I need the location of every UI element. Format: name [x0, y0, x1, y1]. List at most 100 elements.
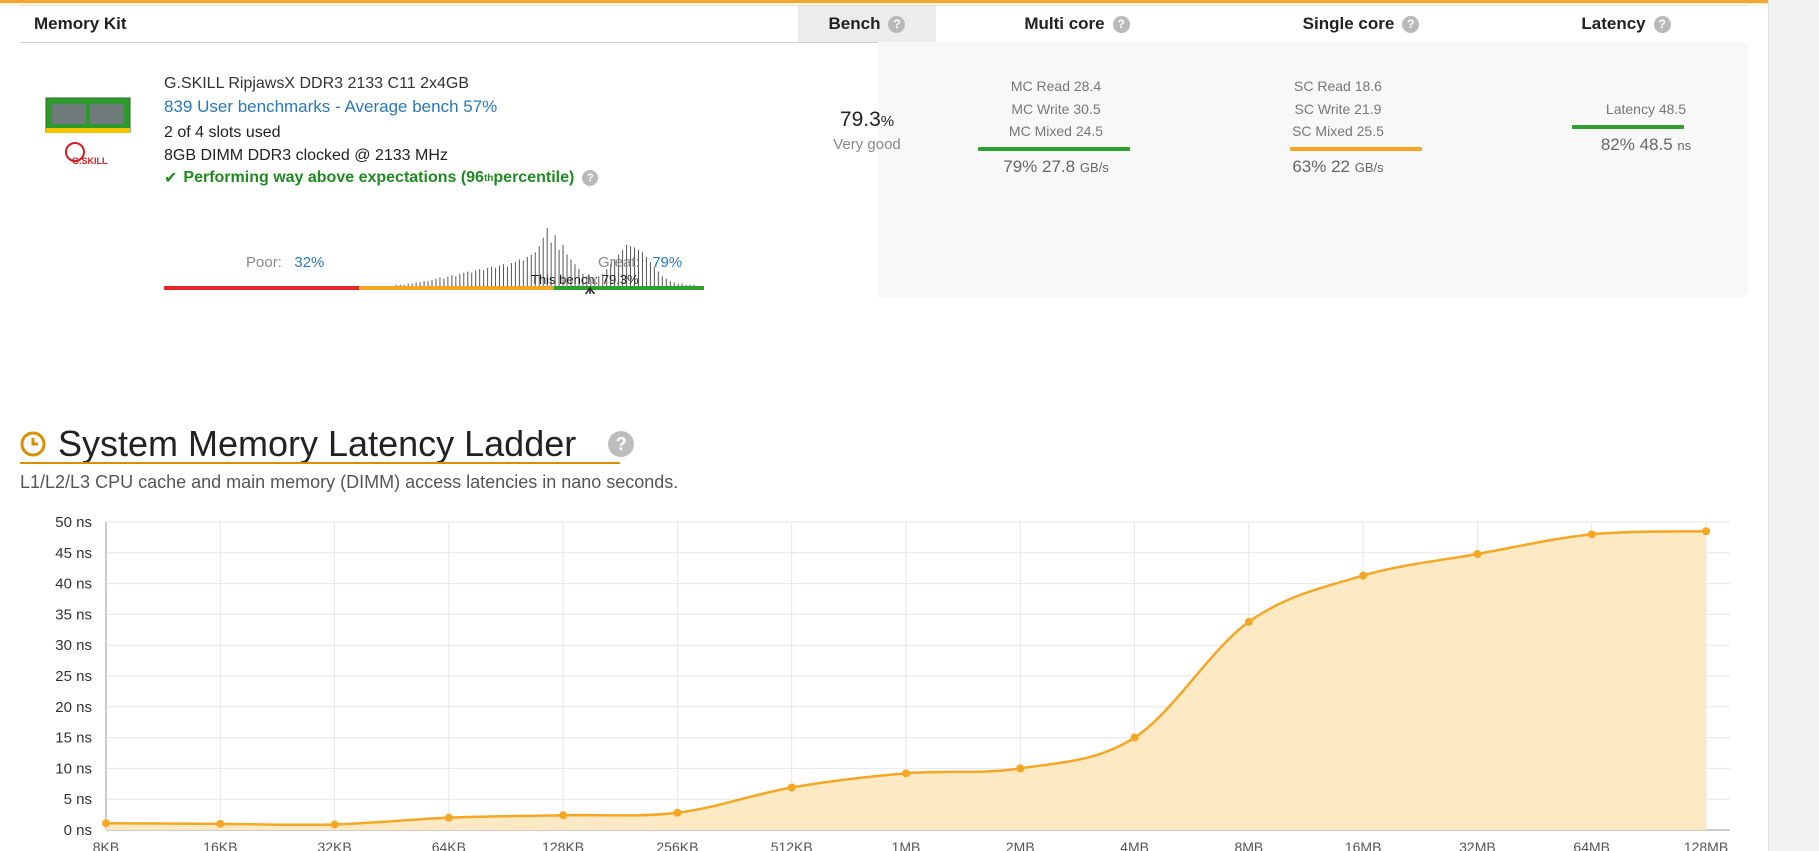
- latency-result-value: 82% 48.5: [1600, 135, 1673, 154]
- data-point: [1473, 550, 1482, 559]
- ram-contacts: [46, 128, 130, 133]
- mc-result: 79% 27.8 GB/s: [956, 157, 1156, 177]
- header-multi-core[interactable]: Multi core?: [936, 6, 1218, 42]
- data-point: [1702, 527, 1710, 536]
- bench-score-value: 79.3: [839, 108, 881, 131]
- mc-mixed: MC Mixed 24.5: [1008, 123, 1104, 139]
- y-tick-label: 30 ns: [55, 637, 92, 654]
- help-icon[interactable]: ?: [608, 431, 635, 457]
- help-icon[interactable]: ?: [582, 170, 599, 186]
- mc-score-bar: [978, 147, 1130, 151]
- data-point: [1359, 571, 1368, 580]
- latency-score-bar: [1572, 125, 1684, 129]
- mc-result-value: 79% 27.8: [1003, 157, 1076, 176]
- header-memory-kit[interactable]: Memory Kit: [34, 6, 127, 42]
- x-tick-label: 256KB: [656, 839, 698, 851]
- clock-icon: [20, 431, 46, 457]
- header-latency-label: Latency: [1581, 14, 1646, 33]
- data-point: [102, 819, 110, 828]
- sc-result-unit: GB/s: [1354, 160, 1384, 175]
- memory-kit-name: G.SKILL RipjawsX DDR3 2133 C11 2x4GB: [164, 75, 470, 92]
- header-memory-kit-label: Memory Kit: [34, 14, 127, 33]
- x-tick-label: 2MB: [1006, 839, 1035, 851]
- x-tick-label: 8KB: [93, 839, 119, 851]
- bench-rating: Very good: [833, 136, 901, 153]
- sc-read: SC Read 18.6: [1294, 78, 1382, 94]
- help-icon[interactable]: ?: [1653, 15, 1671, 33]
- latency-chart-svg: 0 ns 5 ns 10 ns 15 ns 20 ns 25 ns 30 ns 35 ns 40…: [55, 514, 1730, 851]
- section-title: System Memory Latency Ladder: [58, 423, 577, 464]
- x-tick-label: 32KB: [317, 839, 351, 851]
- sc-result-value: 63% 22: [1292, 157, 1351, 176]
- great-label: Great: 79%: [598, 254, 682, 271]
- y-tick-label: 15 ns: [55, 730, 92, 747]
- help-icon[interactable]: ?: [1402, 15, 1420, 33]
- user-benchmarks-link[interactable]: 839 User benchmarks - Average bench 57%: [164, 97, 497, 117]
- x-tick-label: 8MB: [1234, 839, 1263, 851]
- poor-value: 32%: [294, 254, 325, 271]
- poor-range-bar: [164, 286, 359, 290]
- y-tick-label: 0 ns: [64, 822, 92, 839]
- y-tick-label: 40 ns: [55, 576, 92, 593]
- header-multi-core-label: Multi core: [1024, 14, 1105, 33]
- data-point: [673, 808, 682, 817]
- x-tick-label: 4MB: [1120, 839, 1149, 851]
- slots-used: 2 of 4 slots used: [164, 124, 281, 141]
- data-point: [787, 783, 796, 792]
- latency-result: 82% 48.5 ns: [1546, 135, 1746, 155]
- header-bench[interactable]: Bench?: [798, 6, 936, 42]
- this-bench-label: This bench: 79.3%: [531, 272, 639, 287]
- data-point: [216, 819, 225, 828]
- data-point: [902, 769, 910, 778]
- poor-label-text: Poor:: [246, 254, 282, 271]
- x-tick-label: 16MB: [1345, 839, 1382, 851]
- y-tick-label: 25 ns: [55, 668, 92, 685]
- data-point: [1016, 764, 1025, 773]
- data-point: [330, 820, 339, 829]
- great-label-text: Great:: [598, 254, 640, 271]
- poor-label: Poor: 32%: [246, 254, 324, 271]
- y-tick-label: 50 ns: [55, 514, 92, 531]
- mc-result-unit: GB/s: [1079, 160, 1109, 175]
- section-underline: [20, 462, 620, 464]
- performance-prefix: Performing way above expectations (96: [183, 169, 484, 186]
- header-single-core[interactable]: Single core?: [1218, 6, 1504, 42]
- data-point: [1587, 530, 1596, 539]
- percentile-suffix: th: [483, 172, 494, 184]
- check-icon: ✔: [164, 170, 178, 187]
- data-point: [559, 811, 568, 820]
- y-tick-label: 35 ns: [55, 606, 92, 623]
- sc-result: 63% 22 GB/s: [1238, 157, 1438, 177]
- y-tick-label: 10 ns: [55, 760, 92, 777]
- ram-chip: [90, 104, 124, 124]
- x-tick-label: 128MB: [1684, 839, 1728, 851]
- header-latency[interactable]: Latency?: [1504, 6, 1748, 42]
- x-tick-label: 1MB: [892, 839, 921, 851]
- dimm-description: 8GB DIMM DDR3 clocked @ 2133 MHz: [164, 147, 448, 164]
- bench-score: 79.3%: [798, 108, 936, 132]
- header-single-core-label: Single core: [1302, 14, 1395, 33]
- x-tick-label: 64MB: [1573, 839, 1610, 851]
- help-icon[interactable]: ?: [888, 15, 906, 33]
- memory-kit-image[interactable]: G.SKILL: [44, 92, 134, 208]
- average-range-bar: [359, 286, 554, 290]
- latency-result-unit: ns: [1677, 138, 1692, 153]
- results-table-header: Memory Kit Bench? Multi core? Single cor…: [20, 5, 1748, 43]
- help-icon[interactable]: ?: [1112, 15, 1130, 33]
- performance-note: ✔ Performing way above expectations (96 t…: [164, 168, 599, 188]
- data-point: [1244, 617, 1253, 626]
- x-tick-label: 64KB: [432, 839, 466, 851]
- table-row: G.SKILL G.SKILL RipjawsX DDR3 2133 C11 2…: [20, 42, 1748, 300]
- great-value: 79%: [652, 254, 683, 271]
- y-tick-label: 20 ns: [55, 699, 92, 716]
- data-point: [444, 813, 453, 822]
- section-subtitle: L1/L2/L3 CPU cache and main memory (DIMM…: [20, 472, 679, 492]
- mc-read: MC Read 28.4: [1010, 78, 1102, 94]
- data-point: [1130, 733, 1139, 742]
- sc-mixed: SC Mixed 25.5: [1292, 123, 1384, 139]
- header-bench-label: Bench: [828, 14, 881, 33]
- gskill-logo-text: G.SKILL: [72, 156, 108, 166]
- y-tick-label: 45 ns: [55, 545, 92, 562]
- scrollbar-track[interactable]: [1768, 0, 1819, 851]
- x-tick-label: 128KB: [542, 839, 584, 851]
